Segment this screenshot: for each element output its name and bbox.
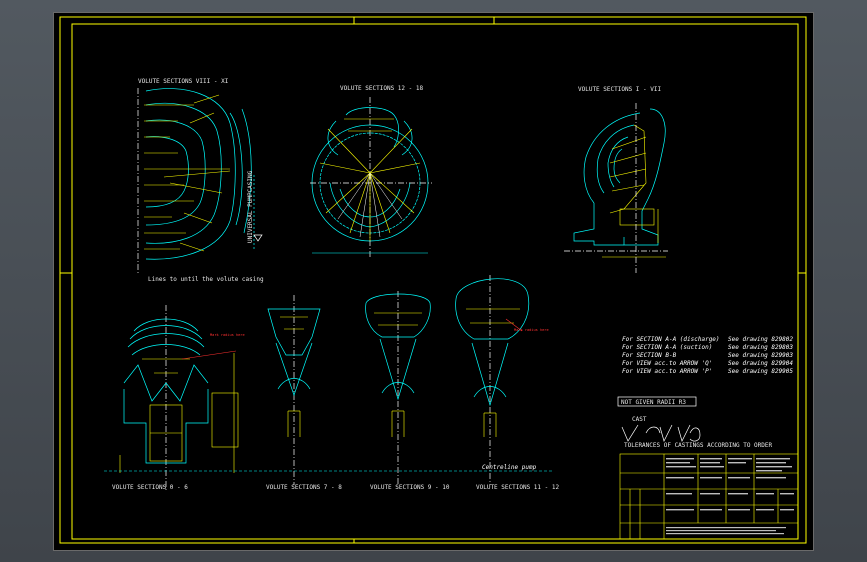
- label-direction: UNIVERSAL PUMPCASING: [247, 170, 254, 243]
- surface-finish-symbol: [621, 424, 701, 442]
- label-radii: NOT GIVEN RADII R3: [621, 399, 686, 406]
- volute-sections-1-7-view: [564, 103, 668, 273]
- label-sec-12-18: VOLUTE SECTIONS 12 - 18: [340, 85, 423, 92]
- volute-sections-8-11-view: [137, 88, 263, 275]
- label-sec-9-10: VOLUTE SECTIONS 9 - 10: [370, 484, 450, 491]
- reference-see: See drawing 829903: [728, 352, 793, 359]
- red-note-1: Mark radius here: [210, 333, 245, 337]
- label-lines-note: Lines to until the volute casing: [148, 276, 264, 283]
- reference-item: For SECTION A-A (discharge): [622, 336, 720, 343]
- reference-item: For SECTION A-A (suction): [622, 344, 712, 351]
- drawing-canvas[interactable]: VOLUTE SECTIONS VIII - XI Lines to until…: [54, 13, 813, 550]
- label-sec-11-12: VOLUTE SECTIONS 11 - 12: [476, 484, 559, 491]
- label-sec-8-11: VOLUTE SECTIONS VIII - XI: [138, 78, 229, 85]
- reference-list: For SECTION A-A (discharge) See drawing …: [622, 336, 793, 375]
- label-sec-0-6: VOLUTE SECTIONS 0 - 6: [112, 484, 188, 491]
- label-cast: CAST: [632, 416, 647, 423]
- reference-see: See drawing 829904: [728, 360, 793, 367]
- volute-sections-7-8-view: [267, 295, 321, 485]
- reference-item: For VIEW acc.to ARROW 'P': [622, 368, 712, 375]
- reference-item: For SECTION B-B: [622, 352, 677, 359]
- volute-sections-9-10-view: [365, 291, 431, 485]
- label-sec-7-8: VOLUTE SECTIONS 7 - 8: [266, 484, 342, 491]
- reference-see: See drawing 829905: [728, 368, 793, 375]
- reference-item: For VIEW acc.to ARROW 'Q': [622, 360, 712, 367]
- reference-see: See drawing 829802: [728, 336, 793, 343]
- label-centreline: Centreline pump: [482, 464, 537, 471]
- label-tolerances: TOLERANCES OF CASTINGS ACCORDING TO ORDE…: [624, 442, 772, 449]
- volute-sections-11-12-view: [455, 275, 530, 485]
- drawing-sheet[interactable]: VOLUTE SECTIONS VIII - XI Lines to until…: [53, 12, 814, 551]
- cad-viewport[interactable]: VOLUTE SECTIONS VIII - XI Lines to until…: [0, 0, 867, 562]
- red-note-2: Mark radius here: [514, 328, 549, 332]
- label-sec-1-7: VOLUTE SECTIONS I - VII: [578, 86, 661, 93]
- volute-sections-12-18-view: [310, 97, 432, 259]
- reference-see: See drawing 829803: [728, 344, 793, 351]
